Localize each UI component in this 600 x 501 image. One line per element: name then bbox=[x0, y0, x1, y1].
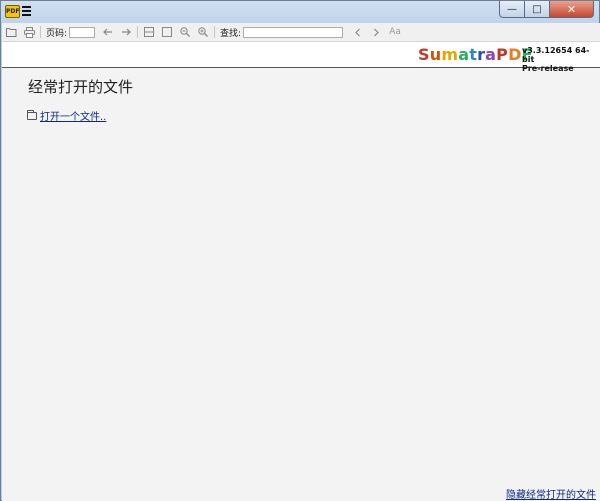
sumatra-logo: SumatraPDF bbox=[418, 45, 533, 64]
toolbar-separator bbox=[137, 26, 139, 38]
zoom-out-icon[interactable] bbox=[179, 26, 191, 38]
chevron-left-icon[interactable] bbox=[352, 26, 364, 38]
toolbar-separator bbox=[214, 26, 216, 38]
page-input[interactable] bbox=[69, 26, 96, 38]
logo-letter: u bbox=[429, 45, 442, 64]
arrow-left-icon[interactable] bbox=[102, 26, 114, 38]
recent-files-title: 经常打开的文件 bbox=[28, 78, 134, 96]
match-case-icon[interactable]: Aa bbox=[388, 26, 402, 38]
arrow-right-icon[interactable] bbox=[120, 26, 132, 38]
maximize-button[interactable]: □ bbox=[525, 1, 550, 18]
toolbar-separator bbox=[40, 26, 41, 38]
zoom-in-icon[interactable] bbox=[197, 26, 209, 38]
folder-open-icon[interactable] bbox=[5, 26, 17, 38]
logo-letter: D bbox=[508, 45, 522, 64]
chevron-right-icon[interactable] bbox=[370, 26, 382, 38]
logo-letter: m bbox=[441, 45, 459, 64]
minimize-button[interactable]: — bbox=[499, 1, 525, 18]
print-icon[interactable] bbox=[23, 26, 35, 38]
sumatra-app-icon[interactable]: PDF bbox=[5, 5, 20, 18]
title-bar[interactable]: PDF — □ ✕ bbox=[1, 1, 599, 22]
hamburger-menu-icon[interactable] bbox=[22, 6, 31, 16]
open-file-link[interactable]: 打开一个文件.. bbox=[40, 108, 106, 123]
find-input[interactable] bbox=[243, 26, 344, 38]
window-controls: — □ ✕ bbox=[499, 1, 594, 18]
logo-letter: t bbox=[469, 45, 478, 64]
open-file-row[interactable]: 打开一个文件.. bbox=[27, 108, 106, 123]
logo-letter: a bbox=[458, 45, 470, 64]
release-channel: Pre-release bbox=[522, 64, 574, 73]
fit-page-icon[interactable] bbox=[143, 26, 155, 38]
page-label: 页码: bbox=[46, 28, 68, 39]
logo-letter: P bbox=[496, 45, 509, 64]
version-number: v3.3.12654 64-bit bbox=[522, 46, 590, 64]
fit-width-icon[interactable] bbox=[161, 26, 173, 38]
logo-letter: a bbox=[485, 45, 497, 64]
hide-recent-files-link[interactable]: 隐藏经常打开的文件 bbox=[506, 486, 596, 501]
logo-letter: r bbox=[477, 45, 486, 64]
folder-icon bbox=[27, 109, 37, 120]
toolbar: 页码: 查找: Aa bbox=[2, 23, 600, 42]
close-button[interactable]: ✕ bbox=[550, 1, 594, 18]
logo-letter: S bbox=[418, 45, 430, 64]
main-content: SumatraPDF v3.3.12654 64-bit Pre-release… bbox=[2, 42, 600, 501]
find-label: 查找: bbox=[220, 28, 242, 39]
version-info: v3.3.12654 64-bit Pre-release bbox=[522, 46, 600, 73]
app-window: PDF — □ ✕ 页码: 查找: Aa SumatraPDF v3.3.126… bbox=[0, 0, 600, 501]
header-band: SumatraPDF v3.3.12654 64-bit Pre-release bbox=[2, 42, 600, 73]
